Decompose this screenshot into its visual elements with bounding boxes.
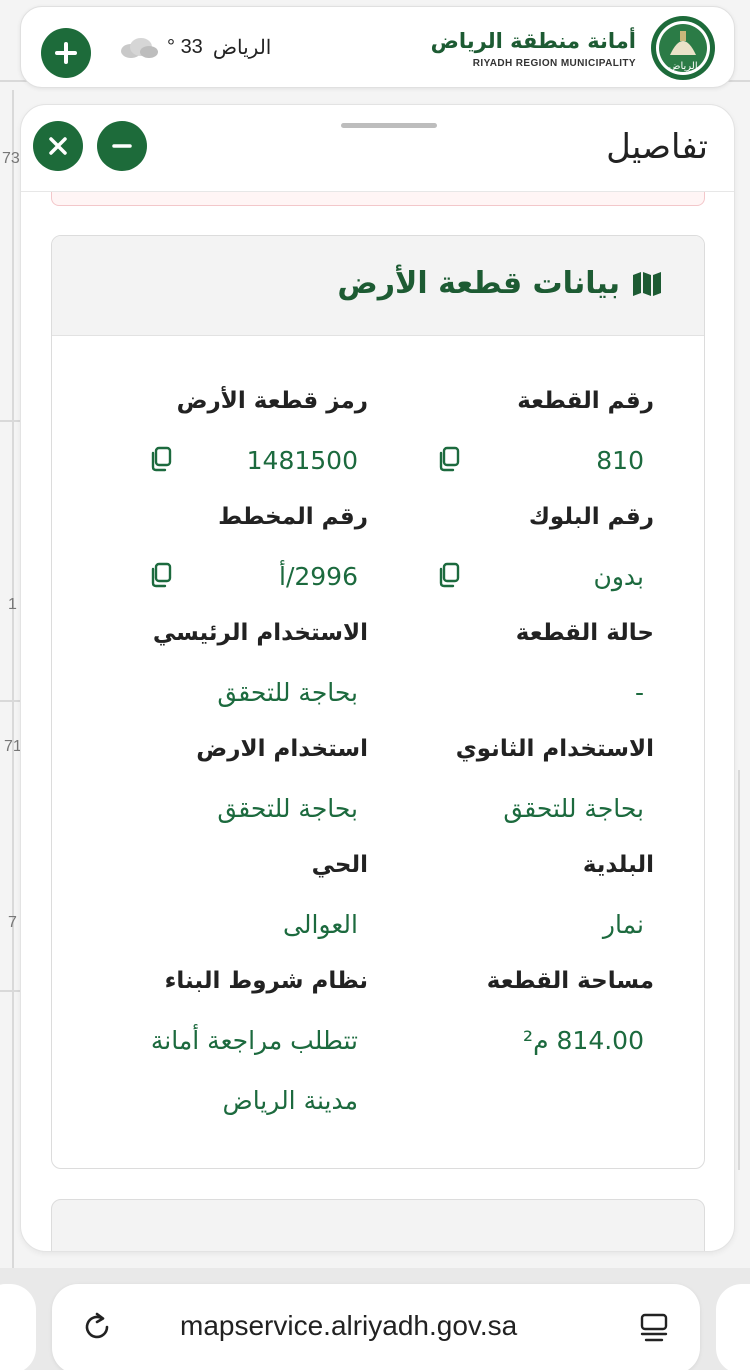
weather-widget: الرياض 33 ° (117, 35, 271, 60)
map-icon (632, 271, 662, 297)
url-text: mapservice.alriyadh.gov.sa (180, 1310, 517, 1342)
land-code-label: رمز قطعة الأرض (177, 388, 368, 414)
logo-arabic-text: أمانة منطقة الرياض (431, 28, 636, 54)
building-conditions-value-line2: مدينة الرياض (222, 1086, 358, 1115)
building-conditions-value-line1: تتطلب مراجعة أمانة (151, 1026, 358, 1055)
municipality-emblem-icon: الرياض (650, 15, 716, 81)
map-edge-label: 73 (2, 150, 20, 168)
land-card-title-text: بيانات قطعة الأرض (337, 266, 620, 301)
building-conditions-label: نظام شروط البناء (165, 968, 368, 994)
plan-number-value: 2996/أ (279, 562, 358, 591)
plot-status-label: حالة القطعة (516, 620, 654, 646)
alert-card-edge (51, 192, 705, 206)
plot-status-value: - (635, 678, 644, 707)
close-icon (48, 136, 68, 156)
plot-area-label: مساحة القطعة (487, 968, 654, 994)
next-tab-preview[interactable] (716, 1284, 750, 1370)
minimize-button[interactable] (97, 121, 147, 171)
block-number-value: بدون (593, 562, 644, 591)
land-data-card: بيانات قطعة الأرض رقم القطعة 810 رمز قطع… (51, 235, 705, 1169)
secondary-use-value: بحاجة للتحقق (503, 794, 644, 823)
municipality-logo[interactable]: أمانة منطقة الرياض RIYADH REGION MUNICIP… (431, 15, 716, 81)
copy-icon[interactable] (148, 446, 174, 472)
reload-icon[interactable] (80, 1310, 114, 1344)
previous-tab-preview[interactable] (0, 1284, 36, 1370)
map-edge-label: 7 (8, 914, 17, 932)
drag-handle[interactable] (341, 123, 437, 128)
top-header: الرياض 33 ° أمانة منطقة الرياض RIYADH RE… (20, 6, 735, 88)
plot-number-label: رقم القطعة (517, 388, 654, 414)
cloud-icon (117, 36, 159, 60)
land-card-header: بيانات قطعة الأرض (52, 236, 704, 336)
plot-number-value: 810 (596, 446, 644, 475)
add-button[interactable] (41, 28, 91, 78)
minus-icon (111, 135, 133, 157)
weather-temp: 33 ° (167, 36, 203, 59)
logo-english-text: RIYADH REGION MUNICIPALITY (431, 58, 636, 69)
address-bar[interactable]: mapservice.alriyadh.gov.sa (52, 1284, 700, 1370)
land-use-label: استخدام الارض (196, 736, 368, 762)
block-number-label: رقم البلوك (529, 504, 654, 530)
copy-icon[interactable] (436, 446, 462, 472)
municipality-value: نمار (603, 910, 644, 939)
main-use-label: الاستخدام الرئيسي (153, 620, 368, 646)
plan-number-label: رقم المخطط (218, 504, 368, 530)
municipality-label: البلدية (583, 852, 654, 878)
district-label: الحي (312, 852, 368, 878)
map-road (0, 420, 20, 422)
land-use-value: بحاجة للتحقق (217, 794, 358, 823)
close-button[interactable] (33, 121, 83, 171)
copy-icon[interactable] (148, 562, 174, 588)
land-card-title: بيانات قطعة الأرض (337, 266, 662, 301)
map-road (738, 770, 740, 1170)
plot-area-value: 814.00 م² (523, 1026, 644, 1055)
svg-text:الرياض: الرياض (668, 61, 697, 72)
browser-toolbar: mapservice.alriyadh.gov.sa (0, 1268, 750, 1370)
map-edge-label: 1 (8, 596, 17, 614)
tabs-icon[interactable] (636, 1310, 672, 1346)
panel-title: تفاصيل (606, 127, 708, 167)
map-road (0, 700, 20, 702)
map-road (12, 90, 14, 1290)
main-use-value: بحاجة للتحقق (217, 678, 358, 707)
land-code-value: 1481500 (247, 446, 358, 475)
copy-icon[interactable] (436, 562, 462, 588)
weather-city: الرياض (213, 35, 272, 60)
district-value: العوالى (283, 910, 358, 939)
map-road (0, 990, 20, 992)
plus-icon (54, 41, 78, 65)
next-section-card (51, 1199, 705, 1252)
secondary-use-label: الاستخدام الثانوي (456, 736, 654, 762)
details-panel: تفاصيل بيانات قطعة الأرض رقم القطعة 810 … (20, 104, 735, 1252)
